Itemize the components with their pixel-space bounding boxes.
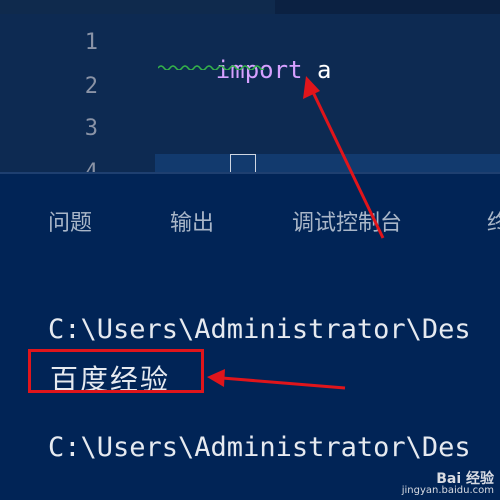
import-keyword: import [215,56,303,84]
warning-squiggle-icon [158,65,264,70]
terminal-prompt: C:\Users\Administrator\Des [48,432,471,463]
code-editor[interactable]: 1 2 3 4 import a [0,14,500,172]
line-number: 1 [84,30,98,55]
line-number: 4 [58,160,98,172]
terminal-prompt: C:\Users\Administrator\Des [48,314,471,345]
tab-output[interactable]: 输出 [170,205,214,237]
panel-divider[interactable] [0,172,500,174]
tab-debug-console[interactable]: 调试控制台 [292,205,402,237]
highlight-box [28,349,204,393]
line-number: 3 [84,116,98,141]
editor-tab-strip [0,0,500,14]
current-line-highlight [155,154,500,172]
line-number: 2 [84,74,98,99]
tab-problems[interactable]: 问题 [48,205,92,237]
watermark-brand: Bai 经验 [436,471,494,487]
watermark-url: jingyan.baidu.com [401,485,494,496]
watermark: Bai 经验 jingyan.baidu.com [401,471,494,497]
bracket-match-cursor [230,154,256,172]
module-name: a [316,56,332,84]
code-line-1[interactable]: import a [158,28,332,112]
active-editor-tab[interactable] [0,0,275,14]
tab-terminal[interactable]: 终 [487,205,500,237]
